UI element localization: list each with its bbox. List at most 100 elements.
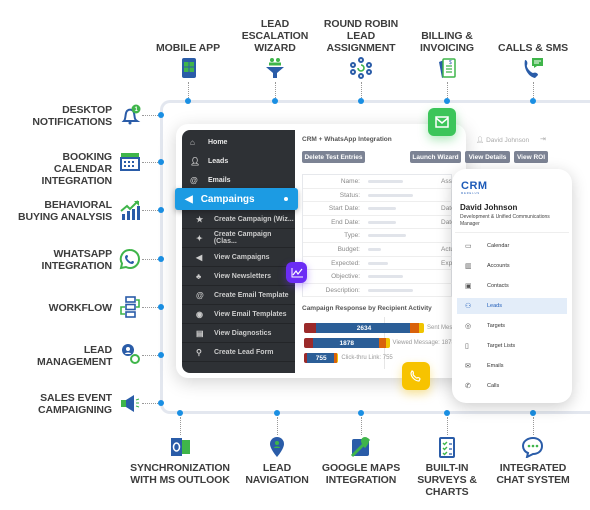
sidebar-item-leads[interactable]: 👤︎ Leads	[182, 152, 295, 171]
contact-card-icon: ▣	[465, 283, 472, 290]
feature-label-chat: Integrated Chat System	[496, 462, 570, 486]
mobile-app-preview: CRM MERELUS David Johnson Development & …	[452, 169, 572, 403]
label-text: Booking Calendar Integration	[41, 151, 113, 187]
megaphone-icon: ◀	[196, 252, 203, 262]
record-title: CRM + WhatsApp Integration	[302, 136, 392, 143]
form-row: Name: Ass	[303, 175, 453, 189]
launch-wizard-button[interactable]: Launch Wizard	[410, 151, 461, 163]
feature-label-surveys: Built-in Surveys & Charts	[417, 462, 477, 498]
sidebar-item-label: Campaings	[200, 193, 255, 205]
sidebar-item-home[interactable]: ⌂ Home	[182, 133, 295, 152]
chart-title: Campaign Response by Recipient Activity	[302, 305, 432, 312]
logout-icon[interactable]: ⇥	[540, 135, 546, 143]
field-label: Start Date:	[328, 205, 360, 213]
bar-value: 1878	[339, 340, 354, 347]
field-value-placeholder	[368, 207, 396, 211]
sidebar-subitem[interactable]: ◀ View Campaigns	[182, 248, 295, 267]
network-icon	[350, 57, 372, 79]
menu-label: Calendar	[487, 243, 510, 249]
field-value-placeholder	[368, 261, 388, 265]
growth-chart-icon	[120, 200, 140, 220]
user-icon: 👤︎	[190, 157, 201, 166]
view-roi-button[interactable]: View ROI	[514, 151, 548, 163]
crm-logo: CRM	[461, 180, 488, 192]
feature-label-whatsapp: WhatsApp Integration	[32, 248, 113, 272]
field-value-placeholder	[368, 234, 406, 238]
feature-label-desktop-notifications: Desktop Notifications	[32, 104, 112, 128]
sidebar-subitem[interactable]: ✦ Create Campaign (Clas...	[182, 229, 295, 248]
mobile-menu-item-targets[interactable]: ◎ Targets	[457, 318, 567, 334]
label-text: Desktop Notifications	[32, 104, 112, 128]
field-value-placeholder	[368, 248, 381, 251]
user-name[interactable]: 👤︎ David Johnson	[476, 136, 529, 144]
sidebar-item-campaigns[interactable]: ◀ Campaings	[175, 188, 298, 210]
label-text: WhatsApp Integration	[41, 248, 113, 272]
sidebar-item-label: Home	[208, 139, 228, 146]
feature-label-booking-calendar: Booking Calendar Integration	[7, 151, 113, 187]
feature-label-outlook: Synchronization with MS Outlook	[130, 462, 230, 486]
phone-chat-icon	[524, 58, 543, 78]
label-text: Lead Management	[37, 344, 113, 368]
email-template-icon: @	[196, 290, 204, 300]
form-row: Start Date:Date M	[303, 202, 462, 216]
label-text: Behavioral Buying Analysis	[18, 199, 112, 223]
menu-label: Contacts	[487, 283, 509, 289]
sidebar-subitem[interactable]: ▤ View Diagnostics	[182, 324, 295, 343]
delete-test-entries-button[interactable]: Delete Test Entries	[302, 151, 365, 163]
map-pin-icon	[270, 437, 284, 457]
phone-icon: ✆	[465, 383, 471, 390]
calendar-icon	[120, 153, 140, 171]
dashboard-sidebar: ⌂ Home 👤︎ Leads @ Emails ★ Create Campaign (…	[182, 130, 295, 373]
sidebar-subitem-label: View Email Templates	[214, 310, 287, 318]
form-row: Description:	[303, 284, 453, 298]
sidebar-subitem[interactable]: ♣ View Newsletters	[182, 267, 295, 286]
mobile-menu-item-emails[interactable]: ✉ Emails	[457, 358, 567, 374]
sidebar-subitem[interactable]: ★ Create Campaign (Wiz...	[182, 210, 295, 229]
field-label: Description:	[325, 286, 360, 294]
form-row: Budget:Actual C	[303, 243, 466, 257]
sidebar-subitem[interactable]: @ Create Email Template	[182, 286, 295, 305]
mobile-user-role: Development & Unified Communications Man…	[460, 214, 550, 227]
field-label-right: Ass	[441, 178, 452, 185]
menu-label: Target Lists	[487, 343, 516, 349]
bar-value: 755	[315, 355, 327, 362]
sidebar-subitem[interactable]: ◉ View Email Templates	[182, 305, 295, 324]
sidebar-subitem[interactable]: ⚲ Create Lead Form	[182, 343, 295, 362]
feature-label-round-robin: Round Robin Lead Assignment	[323, 18, 399, 54]
menu-label: Leads	[487, 303, 502, 309]
mobile-menu-item-leads[interactable]: ⚇ Leads	[457, 298, 567, 314]
feature-label-lead-navigation: Lead Navigation	[245, 462, 309, 486]
view-details-button[interactable]: View Details	[465, 151, 510, 163]
label-text: Sales Event Campaigning	[38, 392, 112, 416]
mobile-menu-item-calls[interactable]: ✆ Calls	[457, 378, 567, 394]
bar-label: Click-thru Link: 755	[341, 355, 393, 361]
field-label: Name:	[340, 178, 360, 185]
svg-text:$: $	[449, 60, 452, 66]
funnel-icon	[266, 58, 284, 78]
field-value-placeholder	[368, 220, 396, 224]
field-label: Objective:	[331, 273, 360, 281]
mobile-menu-item-calendar[interactable]: ▭ Calendar	[457, 238, 567, 254]
sidebar-item-label: Emails	[208, 177, 231, 184]
mobile-menu-item-contacts[interactable]: ▣ Contacts	[457, 278, 567, 294]
chat-icon	[522, 436, 544, 458]
feature-label-lead-escalation: Lead Escalation Wizard	[241, 18, 309, 54]
feature-label-billing: Billing & Invoicing	[420, 30, 474, 54]
mobile-menu-item-accounts[interactable]: ▥ Accounts	[457, 258, 567, 274]
active-dot	[284, 197, 288, 201]
invoice-icon: $	[439, 58, 456, 78]
field-value-placeholder	[368, 275, 403, 279]
google-maps-icon	[350, 437, 371, 458]
feature-label-lead-management: Lead Management	[37, 344, 113, 368]
whatsapp-icon	[119, 248, 140, 270]
mobile-menu-item-target-lists[interactable]: ▯ Target Lists	[457, 338, 567, 354]
workflow-icon	[120, 296, 140, 318]
megaphone-icon: ◀	[185, 193, 193, 205]
sidebar-subitem-label: View Diagnostics	[214, 329, 272, 337]
sidebar-subitem-label: Create Campaign (Clas...	[213, 231, 272, 245]
campaign-detail-form: Name:AssStatus:Start Date:Date MEnd Date…	[302, 174, 475, 298]
email-templates-icon: ◉	[196, 309, 203, 319]
bar-value: 2634	[356, 325, 372, 332]
bar-label: Viewed Message: 1878	[392, 340, 455, 346]
building-icon: ▥	[465, 263, 472, 270]
